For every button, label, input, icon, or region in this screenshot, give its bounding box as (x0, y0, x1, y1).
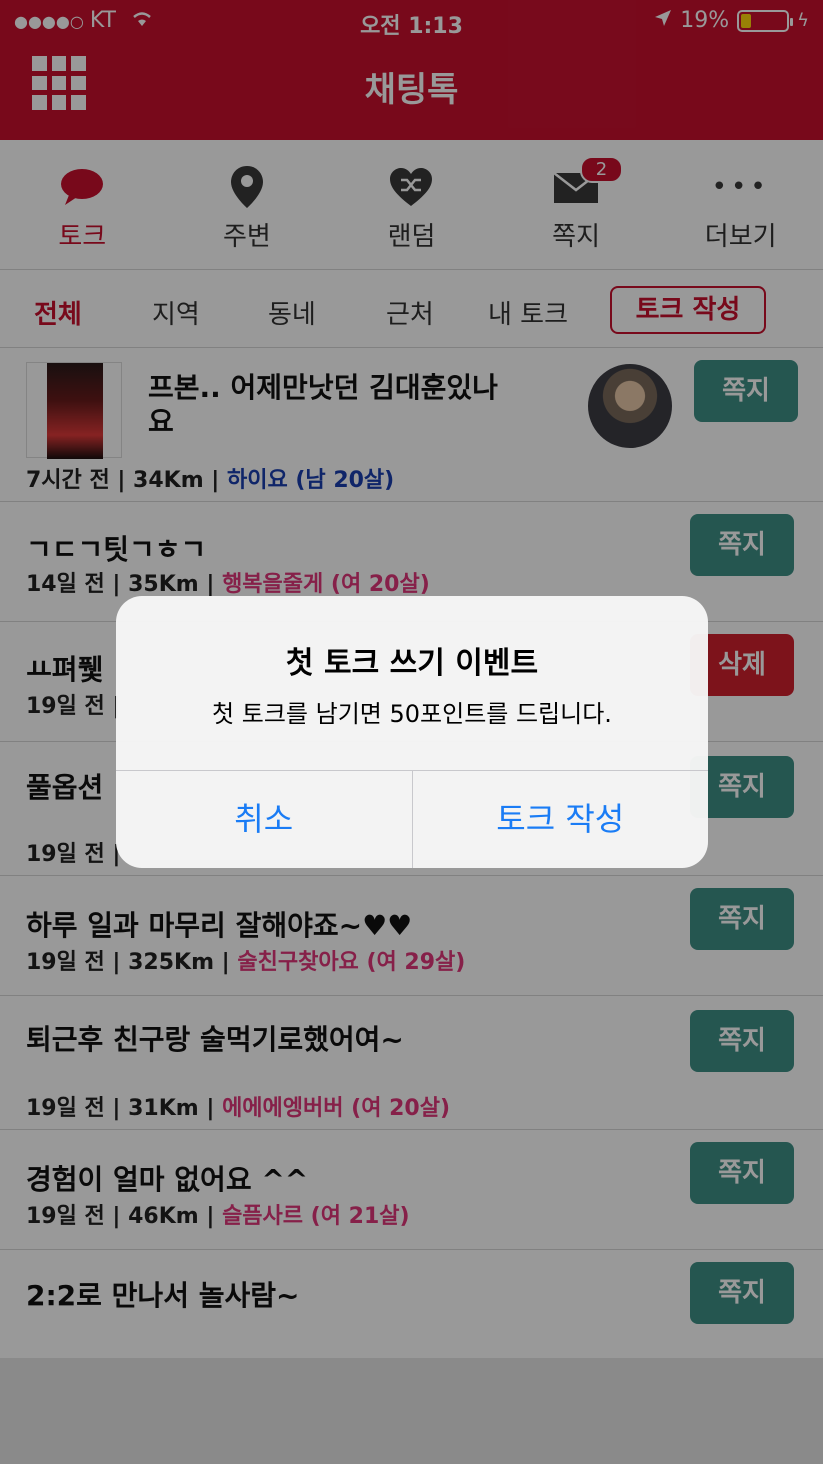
bottom-area (0, 1358, 823, 1464)
alert-title: 첫 토크 쓰기 이벤트 (285, 646, 539, 681)
write-talk-confirm-button[interactable]: 토크 작성 (411, 771, 709, 868)
event-alert-dialog: 첫 토크 쓰기 이벤트 첫 토크를 남기면 50포인트를 드립니다. 취소 토크… (116, 596, 708, 868)
alert-message: 첫 토크를 남기면 50포인트를 드립니다. (212, 700, 612, 728)
alert-actions: 취소 토크 작성 (116, 770, 708, 868)
cancel-button[interactable]: 취소 (116, 771, 412, 868)
